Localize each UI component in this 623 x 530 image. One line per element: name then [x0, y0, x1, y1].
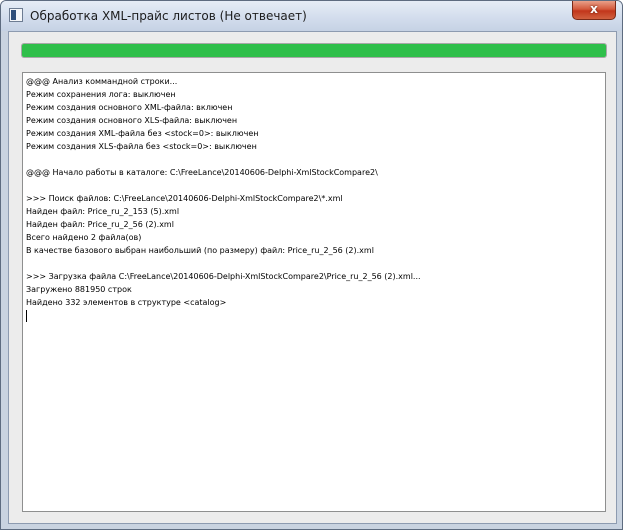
log-line: @@@ Начало работы в каталоге: C:\FreeLan… [26, 168, 378, 177]
log-line: @@@ Анализ коммандной строки... [26, 77, 178, 86]
app-icon [9, 8, 23, 22]
log-line: Найден файл: Price_ru_2_56 (2).xml [26, 220, 174, 229]
log-line: Режим сохранения лога: выключен [26, 90, 176, 99]
text-caret [26, 310, 27, 322]
log-line: Найдено 332 элементов в структуре <catal… [26, 298, 227, 307]
log-line: Всего найдено 2 файла(ов) [26, 233, 142, 242]
close-icon: x [590, 2, 598, 16]
log-line: Найден файл: Price_ru_2_153 (5).xml [26, 207, 180, 216]
log-line: Режим создания XLS-файла без <stock=0>: … [26, 142, 257, 151]
log-textbox[interactable]: @@@ Анализ коммандной строки... Режим со… [22, 72, 606, 512]
log-line: >>> Загрузка файла C:\FreeLance\20140606… [26, 272, 421, 281]
log-line: В качестве базового выбран наибольший (п… [26, 246, 374, 255]
client-area: @@@ Анализ коммандной строки... Режим со… [8, 31, 617, 524]
progress-bar [21, 43, 607, 58]
title-bar[interactable]: Обработка XML-прайс листов (Не отвечает)… [1, 1, 622, 31]
app-window: Обработка XML-прайс листов (Не отвечает)… [0, 0, 623, 530]
close-button[interactable]: x [572, 1, 616, 20]
window-title: Обработка XML-прайс листов (Не отвечает) [30, 9, 307, 23]
log-line: Режим создания XML-файла без <stock=0>: … [26, 129, 259, 138]
log-line: Режим создания основного XML-файла: вклю… [26, 103, 233, 112]
log-line: Загружено 881950 строк [26, 285, 132, 294]
log-line: >>> Поиск файлов: C:\FreeLance\20140606-… [26, 194, 343, 203]
progress-fill [22, 44, 606, 57]
log-line: Режим создания основного XLS-файла: выкл… [26, 116, 238, 125]
